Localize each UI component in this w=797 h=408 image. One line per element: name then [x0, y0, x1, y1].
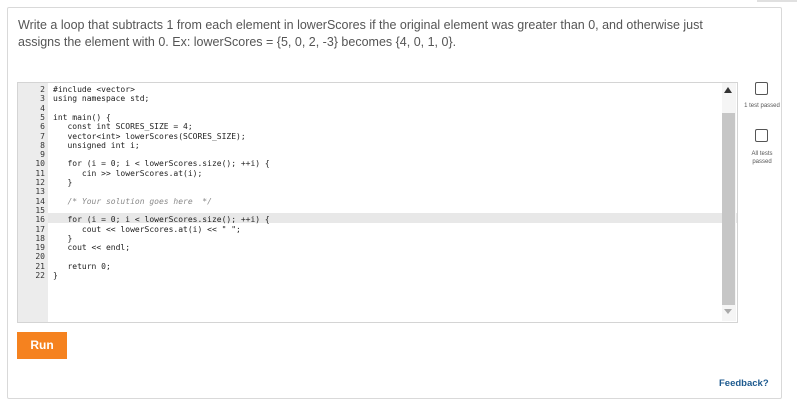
code-line[interactable]: 5 int main() { [18, 112, 111, 122]
code-line[interactable]: 18 } [18, 233, 72, 243]
line-number: 5 [40, 112, 45, 122]
line-number: 13 [35, 187, 45, 197]
code-text[interactable]: using namespace std; [53, 94, 149, 103]
code-text[interactable]: #include <vector> [53, 85, 135, 94]
prompt-line-1: Write a loop that subtracts 1 from each … [18, 18, 703, 32]
code-line[interactable]: 16 for (i = 0; i < lowerScores.size(); +… [18, 215, 269, 225]
test-1-status-checkbox-icon [755, 82, 768, 95]
code-text[interactable]: return 0; [53, 262, 110, 271]
line-number: 9 [40, 150, 45, 160]
line-number: 8 [40, 140, 45, 150]
code-text[interactable]: cin >> lowerScores.at(i); [53, 169, 202, 178]
top-accent-bar [757, 0, 797, 2]
code-text[interactable]: for (i = 0; i < lowerScores.size(); ++i)… [53, 215, 269, 224]
line-number: 14 [35, 196, 45, 206]
scroll-up-arrow-icon[interactable] [724, 87, 732, 93]
code-line[interactable]: 2 #include <vector> [18, 85, 135, 94]
line-number: 7 [40, 131, 45, 141]
code-line[interactable]: 6 const int SCORES_SIZE = 4; [18, 122, 193, 132]
line-number: 16 [35, 215, 45, 225]
code-text[interactable]: cout << endl; [53, 243, 130, 252]
line-number: 17 [35, 224, 45, 234]
line-number: 2 [40, 85, 45, 94]
run-button[interactable]: Run [17, 332, 67, 359]
code-text[interactable]: unsigned int i; [53, 141, 139, 150]
line-number: 6 [40, 122, 45, 132]
code-text[interactable]: vector<int> lowerScores(SCORES_SIZE); [53, 132, 245, 141]
code-line[interactable]: 20 [18, 252, 45, 261]
code-line[interactable]: 21 return 0; [18, 261, 110, 271]
test-2-status-checkbox-icon [755, 129, 768, 142]
code-text[interactable]: /* Your solution goes here */ [53, 197, 212, 206]
code-line[interactable]: 13 [18, 187, 45, 196]
code-line[interactable]: 3 using namespace std; [18, 94, 149, 104]
code-line[interactable]: 9 [18, 150, 45, 159]
scroll-down-arrow-icon[interactable] [724, 309, 732, 314]
code-line[interactable]: 4 [18, 104, 45, 113]
line-number: 22 [35, 271, 45, 280]
line-number: 19 [35, 243, 45, 253]
code-line[interactable]: 12 } [18, 178, 72, 187]
code-text[interactable]: cout << lowerScores.at(i) << " "; [53, 225, 241, 234]
code-line[interactable]: 10 for (i = 0; i < lowerScores.size(); +… [18, 159, 269, 169]
test-2-status-label: All tests passed [751, 151, 773, 165]
code-text[interactable]: int main() { [53, 113, 111, 122]
line-number: 12 [35, 178, 45, 187]
code-text[interactable]: for (i = 0; i < lowerScores.size(); ++i)… [53, 159, 269, 168]
code-line[interactable]: 17 cout << lowerScores.at(i) << " "; [18, 224, 240, 234]
line-number: 21 [35, 261, 45, 271]
code-line[interactable]: 11 cin >> lowerScores.at(i); [18, 168, 202, 178]
line-number: 11 [35, 168, 45, 178]
line-number: 3 [40, 94, 45, 104]
line-number: 10 [35, 159, 45, 169]
test-1-status-label: 1 test passed [744, 103, 780, 109]
code-line[interactable]: 15 [18, 206, 45, 215]
code-text[interactable]: const int SCORES_SIZE = 4; [53, 122, 192, 131]
code-text[interactable]: } [53, 271, 58, 280]
feedback-link[interactable]: Feedback? [719, 378, 769, 389]
code-editor[interactable]: 2 #include <vector> 3 using namespace std; 4… [17, 82, 738, 323]
exercise-prompt: Write a loop that subtracts 1 from each … [18, 17, 718, 51]
code-line[interactable]: 8 unsigned int i; [18, 140, 140, 150]
code-line[interactable]: 7 vector<int> lowerScores(SCORES_SIZE); [18, 131, 245, 141]
code-text[interactable]: } [53, 234, 72, 243]
line-number: 18 [35, 233, 45, 243]
code-line[interactable]: 22} [18, 271, 57, 280]
prompt-line-2: assigns the element with 0. Ex: lowerSco… [18, 35, 457, 49]
code-text[interactable]: } [53, 178, 72, 187]
code-line[interactable]: 19 cout << endl; [18, 243, 130, 253]
line-number: 4 [40, 103, 45, 113]
code-line[interactable]: 14 /* Your solution goes here */ [18, 196, 212, 206]
line-number: 20 [35, 252, 45, 262]
line-number: 15 [35, 205, 45, 215]
editor-scrollbar-thumb[interactable] [722, 113, 735, 305]
